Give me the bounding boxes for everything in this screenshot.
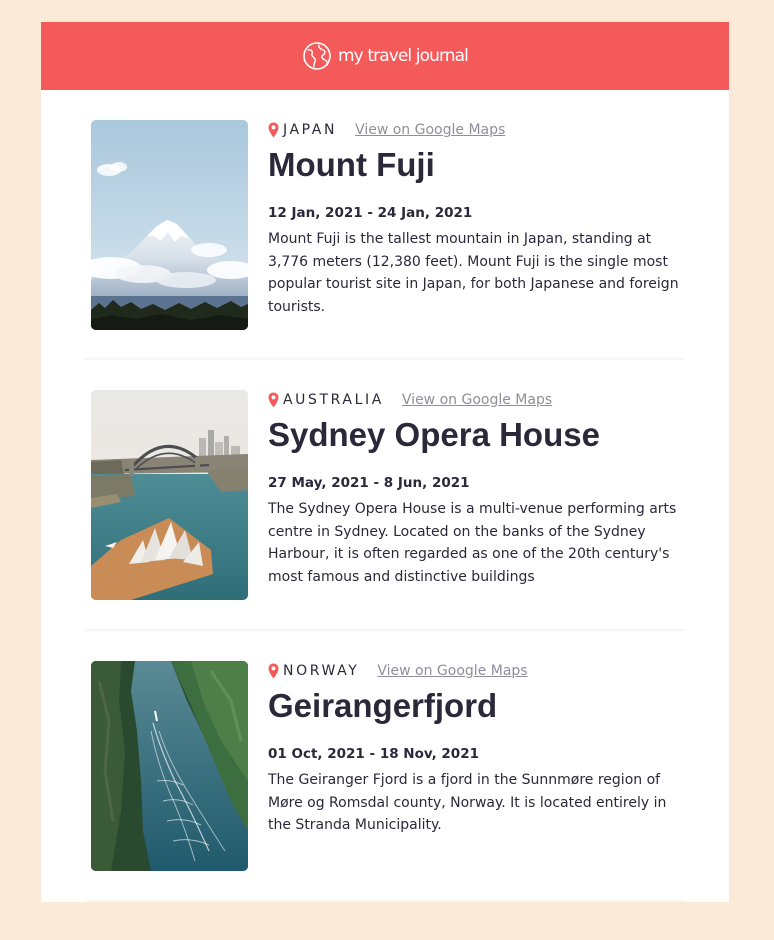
entry-country: JAPAN <box>283 122 338 138</box>
brand: my travel journal <box>302 41 469 71</box>
location-pin-icon <box>268 122 279 138</box>
entry-dates: 27 May, 2021 - 8 Jun, 2021 <box>268 475 470 491</box>
entry-photo-geirangerfjord <box>91 661 248 871</box>
view-on-google-maps-link[interactable]: View on Google Maps <box>377 663 527 679</box>
app-header: my travel journal <box>41 22 729 90</box>
journal-entry-mount-fuji: JAPAN View on Google Maps Mount Fuji 12 … <box>41 90 729 360</box>
entry-title: Sydney Opera House <box>268 416 600 453</box>
journal-entry-geirangerfjord: NORWAY View on Google Maps Geirangerfjor… <box>41 631 729 901</box>
entry-title: Geirangerfjord <box>268 687 498 724</box>
app-title: my travel journal <box>338 46 469 66</box>
entry-description: Mount Fuji is the tallest mountain in Ja… <box>268 231 679 315</box>
entry-description: The Sydney Opera House is a multi-venue … <box>268 501 677 585</box>
travel-journal-app: my travel journal JAPAN View on Google M… <box>41 22 729 902</box>
view-on-google-maps-link[interactable]: View on Google Maps <box>355 122 505 138</box>
location-row: NORWAY View on Google Maps <box>268 661 686 681</box>
entry-title: Mount Fuji <box>268 146 435 183</box>
entry-photo-mount-fuji <box>91 120 248 330</box>
entry-dates: 12 Jan, 2021 - 24 Jan, 2021 <box>268 205 473 221</box>
entry-content: NORWAY View on Google Maps Geirangerfjor… <box>268 661 686 837</box>
entry-country: NORWAY <box>283 663 360 679</box>
entry-country: AUSTRALIA <box>283 392 384 408</box>
location-row: JAPAN View on Google Maps <box>268 120 686 140</box>
globe-icon <box>303 42 331 70</box>
location-pin-icon <box>268 392 279 408</box>
entry-dates: 01 Oct, 2021 - 18 Nov, 2021 <box>268 746 479 762</box>
entry-description: The Geiranger Fjord is a fjord in the Su… <box>268 772 667 834</box>
location-row: AUSTRALIA View on Google Maps <box>268 390 686 410</box>
entry-content: AUSTRALIA View on Google Maps Sydney Ope… <box>268 390 686 588</box>
entry-divider <box>85 900 685 902</box>
location-pin-icon <box>268 663 279 679</box>
entry-content: JAPAN View on Google Maps Mount Fuji 12 … <box>268 120 686 318</box>
journal-entry-sydney-opera-house: AUSTRALIA View on Google Maps Sydney Ope… <box>41 360 729 630</box>
entry-photo-sydney-opera-house <box>91 390 248 600</box>
view-on-google-maps-link[interactable]: View on Google Maps <box>402 392 552 408</box>
